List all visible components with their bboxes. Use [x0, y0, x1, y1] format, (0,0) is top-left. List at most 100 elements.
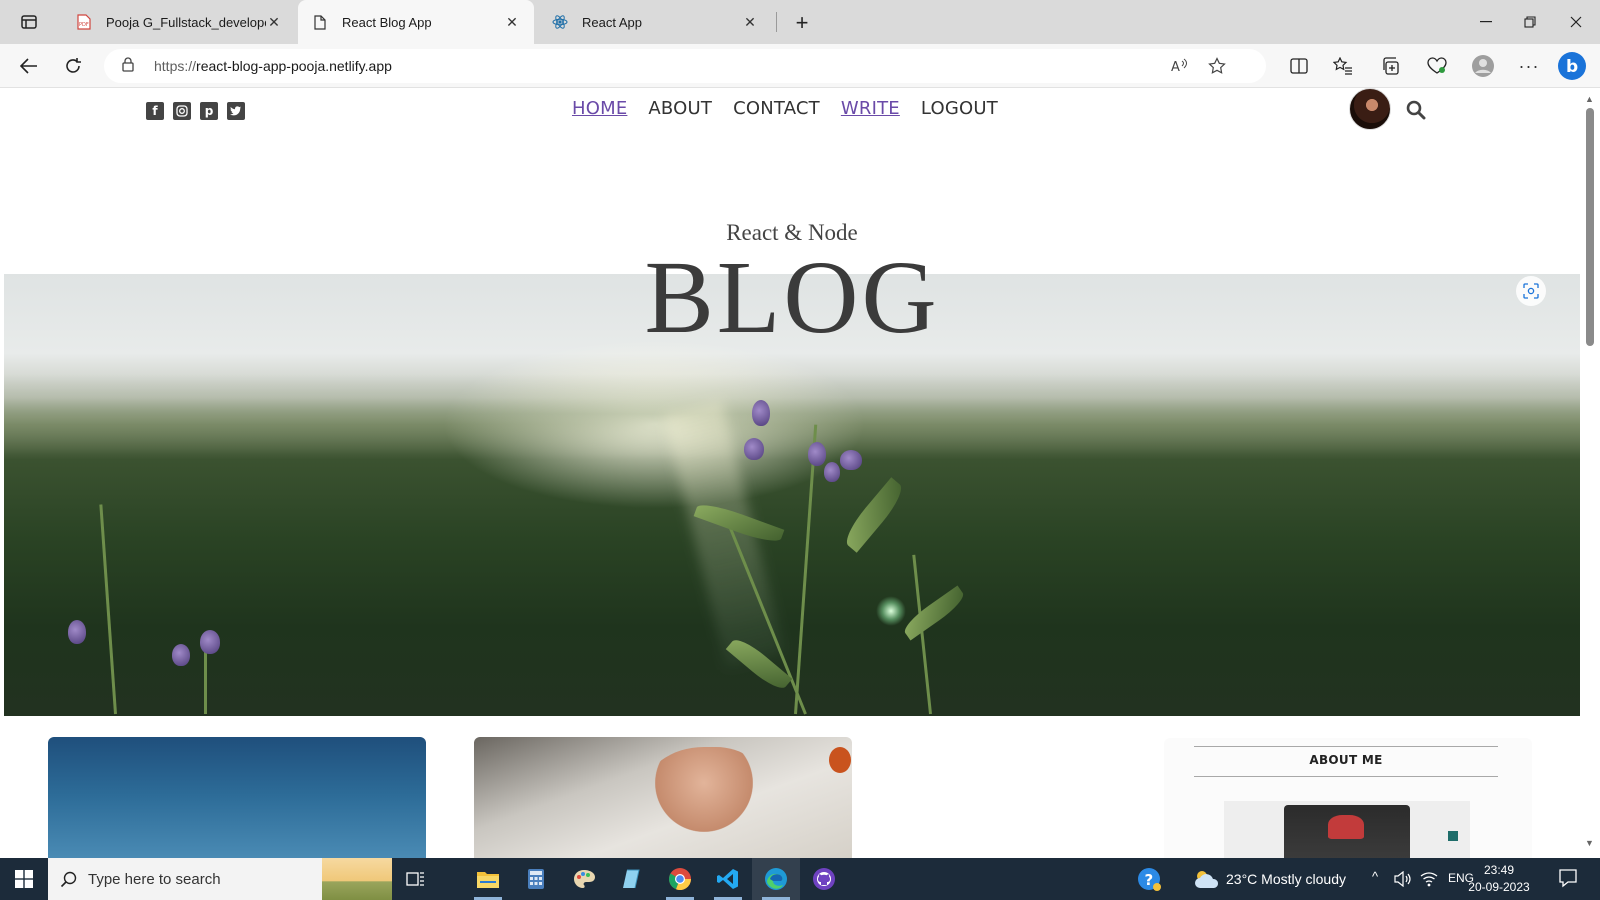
- paint-icon[interactable]: [560, 858, 608, 900]
- chrome-icon[interactable]: [656, 858, 704, 900]
- browser-tab-strip: PDF Pooja G_Fullstack_develope ✕ React B…: [0, 0, 1600, 44]
- file-explorer-icon[interactable]: [464, 858, 512, 900]
- flower-bud: [200, 630, 220, 654]
- page-icon: [312, 14, 328, 30]
- more-menu-icon[interactable]: ···: [1514, 52, 1544, 80]
- weather-cloudy-icon[interactable]: [1192, 868, 1220, 895]
- address-bar[interactable]: https://react-blog-app-pooja.netlify.app…: [104, 49, 1266, 83]
- windows-taskbar: Type here to search ? 23°C Mostly cloudy…: [0, 858, 1600, 900]
- about-image-accent: [1448, 831, 1458, 841]
- chevron-up-icon[interactable]: ^: [1372, 869, 1378, 884]
- hero-haze: [4, 374, 1580, 454]
- nav-about[interactable]: ABOUT: [648, 98, 712, 119]
- url-host: react-blog-app-pooja.netlify.app: [196, 58, 392, 74]
- url-text[interactable]: https://react-blog-app-pooja.netlify.app: [154, 58, 392, 74]
- divider: [1194, 776, 1498, 777]
- close-icon[interactable]: ✕: [504, 14, 520, 30]
- about-image-frame: [1284, 805, 1410, 858]
- svg-text:b: b: [1566, 57, 1578, 77]
- avatar[interactable]: [1349, 88, 1391, 130]
- url-scheme: https://: [154, 58, 197, 74]
- tab-separator: [776, 12, 777, 32]
- tab-actions-icon[interactable]: [14, 10, 44, 34]
- read-aloud-icon[interactable]: A: [1170, 57, 1188, 80]
- weather-text[interactable]: 23°C Mostly cloudy: [1226, 871, 1346, 887]
- split-screen-icon[interactable]: [1284, 52, 1314, 80]
- clock-time: 23:49: [1483, 863, 1515, 877]
- flower-stem: [99, 504, 117, 715]
- page-scrollbar[interactable]: ▲ ▼: [1580, 88, 1600, 858]
- flower-leaf: [900, 585, 968, 641]
- sidebar-title: ABOUT ME: [1309, 753, 1383, 767]
- search-icon[interactable]: [1406, 100, 1426, 120]
- edge-icon[interactable]: [752, 858, 800, 900]
- profile-avatar-icon[interactable]: [1468, 52, 1498, 80]
- close-icon[interactable]: ✕: [742, 14, 758, 30]
- header-title: BLOG: [644, 240, 940, 355]
- tab-pdf[interactable]: PDF Pooja G_Fullstack_develope ✕: [62, 0, 296, 44]
- favorite-star-icon[interactable]: [1208, 57, 1226, 80]
- flower-leaf: [839, 477, 909, 553]
- clock-date: 20-09-2023: [1468, 880, 1530, 894]
- webpage: f p HOME ABOUT CONTACT WRITE LOGOUT Reac…: [4, 88, 1580, 858]
- close-icon[interactable]: ✕: [266, 14, 282, 30]
- back-button[interactable]: [14, 52, 44, 80]
- nav-contact[interactable]: CONTACT: [733, 98, 820, 119]
- taskbar-search-placeholder: Type here to search: [88, 871, 221, 888]
- post-image-hand: [644, 747, 764, 837]
- about-image-subject: [1328, 815, 1364, 839]
- nav-home[interactable]: HOME: [572, 98, 627, 119]
- browser-essentials-icon[interactable]: [1422, 52, 1452, 80]
- close-window-button[interactable]: [1554, 8, 1598, 36]
- calculator-icon[interactable]: [512, 858, 560, 900]
- favorites-icon[interactable]: [1328, 52, 1358, 80]
- visual-search-icon[interactable]: [1516, 276, 1546, 306]
- github-desktop-icon[interactable]: [800, 858, 848, 900]
- minimize-button[interactable]: [1464, 8, 1508, 36]
- nav-logout[interactable]: LOGOUT: [921, 98, 998, 119]
- wifi-icon[interactable]: [1420, 871, 1438, 892]
- task-view-icon[interactable]: [392, 858, 440, 900]
- flower-stem: [794, 424, 818, 715]
- svg-text:PDF: PDF: [79, 22, 89, 28]
- new-tab-button[interactable]: +: [790, 10, 814, 35]
- help-icon[interactable]: ?: [1136, 866, 1162, 897]
- tab-react-app[interactable]: React App ✕: [538, 0, 772, 44]
- react-icon: [552, 14, 568, 30]
- scroll-up-arrow[interactable]: ▲: [1585, 94, 1594, 104]
- hero-light-flare: [876, 596, 906, 626]
- start-button[interactable]: [0, 858, 48, 900]
- collections-icon[interactable]: [1376, 52, 1406, 80]
- flower-bud: [744, 438, 764, 460]
- flower-bud: [68, 620, 86, 644]
- restore-button[interactable]: [1508, 8, 1552, 36]
- pinterest-icon[interactable]: p: [200, 102, 218, 120]
- clock[interactable]: 23:49 20-09-2023: [1464, 862, 1534, 896]
- svg-text:?: ?: [1145, 871, 1154, 889]
- svg-text:A: A: [1171, 60, 1180, 75]
- scroll-thumb[interactable]: [1586, 108, 1594, 346]
- taskbar-search-box[interactable]: Type here to search: [48, 858, 392, 900]
- post-image-hands[interactable]: [474, 737, 852, 858]
- notepad-icon[interactable]: [608, 858, 656, 900]
- lock-icon[interactable]: [122, 57, 134, 77]
- copilot-icon[interactable]: b: [1556, 50, 1588, 82]
- tab-react-blog-app[interactable]: React Blog App ✕: [298, 0, 534, 44]
- vscode-icon[interactable]: [704, 858, 752, 900]
- flower-bud: [824, 462, 840, 482]
- refresh-button[interactable]: [58, 52, 88, 80]
- volume-icon[interactable]: [1394, 870, 1412, 892]
- notifications-icon[interactable]: [1558, 868, 1578, 893]
- divider: [1194, 746, 1498, 747]
- scroll-down-arrow[interactable]: ▼: [1585, 838, 1594, 848]
- nav-write[interactable]: WRITE: [841, 98, 900, 119]
- post-image-flower: [829, 747, 851, 773]
- twitter-icon[interactable]: [227, 102, 245, 120]
- sidebar-about-image: [1224, 801, 1470, 858]
- main-nav: HOME ABOUT CONTACT WRITE LOGOUT: [572, 98, 998, 119]
- instagram-icon[interactable]: [173, 102, 191, 120]
- flower-bud: [808, 442, 826, 466]
- post-image-sky[interactable]: [48, 737, 426, 858]
- flower-bud: [752, 400, 770, 426]
- facebook-icon[interactable]: f: [146, 102, 164, 120]
